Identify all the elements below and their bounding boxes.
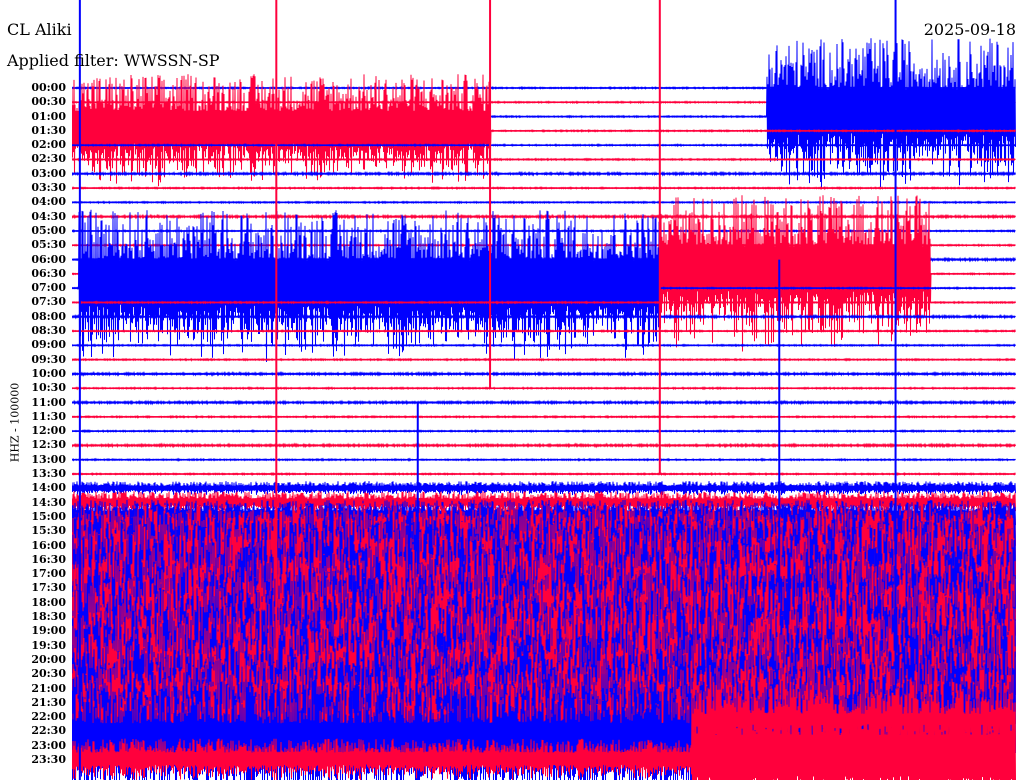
- time-label: 03:30: [31, 181, 66, 195]
- time-label: 10:00: [31, 366, 66, 380]
- time-label: 07:30: [31, 295, 66, 309]
- time-label: 23:30: [31, 753, 66, 766]
- time-label: 18:00: [31, 595, 66, 609]
- time-label: 17:30: [31, 581, 66, 595]
- time-label: 21:00: [31, 681, 66, 695]
- time-label: 05:00: [31, 223, 66, 237]
- time-label: 00:30: [31, 95, 66, 109]
- time-label: 14:00: [31, 481, 66, 495]
- time-label: 08:00: [31, 309, 66, 323]
- time-label: 04:00: [31, 195, 66, 209]
- time-label: 02:00: [31, 138, 66, 152]
- filter-label: Applied filter: WWSSN-SP: [7, 51, 220, 70]
- time-label: 07:00: [31, 281, 66, 295]
- time-label: 06:30: [31, 266, 66, 280]
- time-label: 08:30: [31, 324, 66, 338]
- time-label: 23:00: [31, 738, 66, 752]
- time-label: 19:30: [31, 638, 66, 652]
- time-label: 22:00: [31, 710, 66, 724]
- time-label: 18:30: [31, 610, 66, 624]
- time-label: 00:00: [31, 81, 66, 94]
- time-label: 05:30: [31, 238, 66, 252]
- station-title: CL Aliki: [7, 20, 72, 39]
- time-label: 20:30: [31, 667, 66, 681]
- time-label: 19:00: [31, 624, 66, 638]
- channel-axis-label: HHZ - 100000: [8, 382, 22, 463]
- time-label: 15:30: [31, 524, 66, 538]
- helicorder-plot: [72, 0, 1016, 780]
- time-label: 12:30: [31, 438, 66, 452]
- time-label: 11:30: [31, 409, 66, 423]
- time-label: 02:30: [31, 152, 66, 166]
- time-label: 12:00: [31, 424, 66, 438]
- time-label: 01:00: [31, 109, 66, 123]
- time-label: 11:00: [31, 395, 66, 409]
- time-label: 16:00: [31, 538, 66, 552]
- time-label: 22:30: [31, 724, 66, 738]
- time-label: 01:30: [31, 123, 66, 137]
- time-label: 09:30: [31, 352, 66, 366]
- time-label: 10:30: [31, 381, 66, 395]
- time-label: 20:00: [31, 652, 66, 666]
- time-label: 03:00: [31, 166, 66, 180]
- time-label: 17:00: [31, 567, 66, 581]
- time-label: 14:30: [31, 495, 66, 509]
- time-label: 15:00: [31, 509, 66, 523]
- time-label: 04:30: [31, 209, 66, 223]
- time-label: 16:30: [31, 552, 66, 566]
- time-label: 21:30: [31, 695, 66, 709]
- time-label: 13:00: [31, 452, 66, 466]
- time-label: 06:00: [31, 252, 66, 266]
- date-label: 2025-09-18: [923, 20, 1016, 39]
- time-label: 09:00: [31, 338, 66, 352]
- time-label: 13:30: [31, 467, 66, 481]
